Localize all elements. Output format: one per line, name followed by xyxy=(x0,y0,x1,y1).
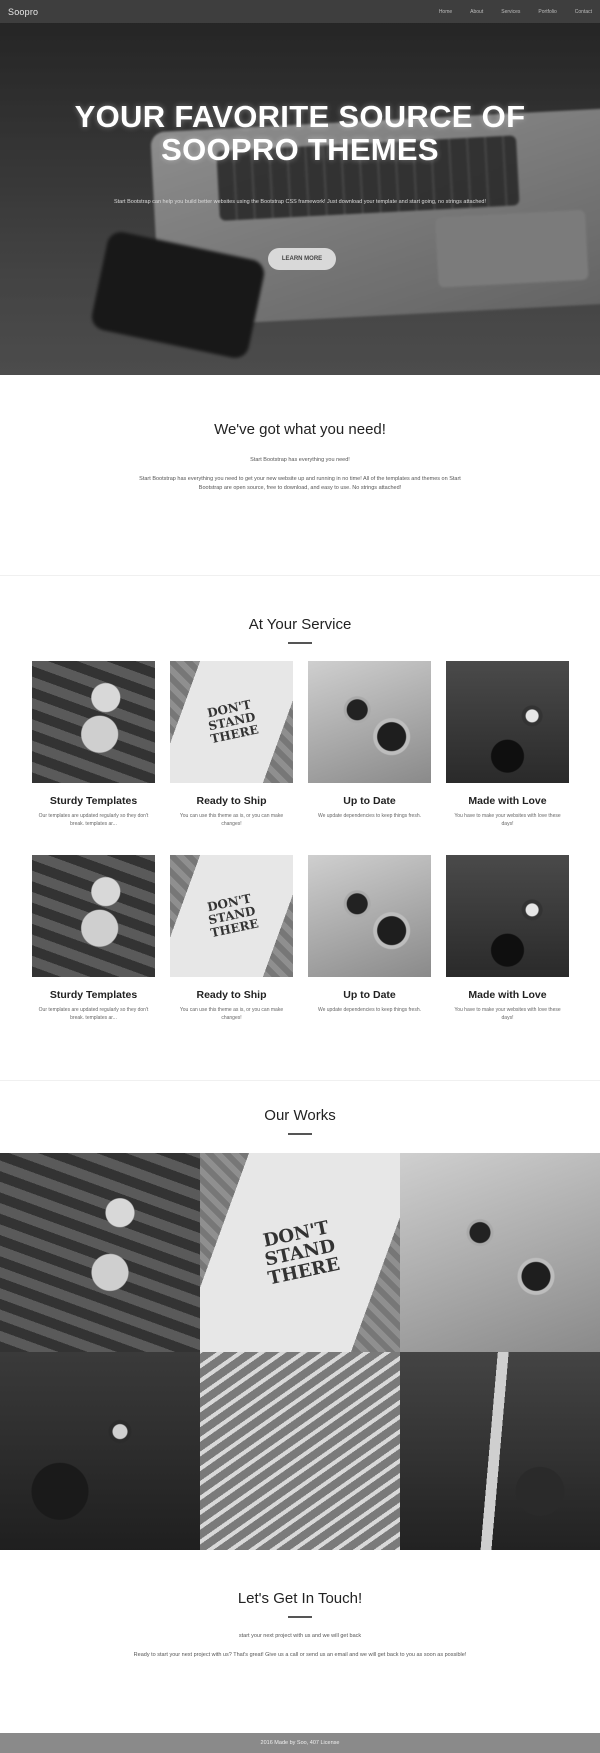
works-divider xyxy=(288,1133,312,1135)
work-notebook-caption: DON'T STAND THERE xyxy=(261,1216,342,1289)
about-section: We've got what you need! Start Bootstrap… xyxy=(0,375,600,575)
services-divider xyxy=(288,642,312,644)
service-card: DON'T STAND THERE Ready to Ship You can … xyxy=(170,855,293,1041)
services-grid: Sturdy Templates Our templates are updat… xyxy=(32,661,570,1041)
brand-logo[interactable]: Soopro xyxy=(8,7,38,17)
service-text: You can use this theme as is, or you can… xyxy=(179,813,284,827)
notebook-caption: DON'T STAND THERE xyxy=(205,891,260,941)
service-card: Up to Date We update dependencies to kee… xyxy=(308,661,431,847)
contact-title: Let's Get In Touch! xyxy=(237,1590,363,1607)
nav-link-services[interactable]: Services xyxy=(501,9,520,15)
footer-text: 2016 Made by Soo, 407 License xyxy=(260,1740,340,1746)
service-image-stamps xyxy=(32,855,155,977)
about-lead: Start Bootstrap has everything you need! xyxy=(250,457,350,463)
service-title: Made with Love xyxy=(468,795,547,807)
service-card: Made with Love You have to make your web… xyxy=(446,661,569,847)
service-title: Ready to Ship xyxy=(196,795,267,807)
service-image-cameras xyxy=(308,661,431,783)
hero-title: YOUR FAVORITE SOURCE OF SOOPRO THEMES xyxy=(0,100,600,166)
site-footer: 2016 Made by Soo, 407 License xyxy=(0,1733,600,1753)
service-card: Sturdy Templates Our templates are updat… xyxy=(32,661,155,847)
service-text: You have to make your websites with love… xyxy=(454,1007,561,1021)
service-image-cameras xyxy=(308,855,431,977)
service-image-stamps xyxy=(32,661,155,783)
work-item-cameras[interactable] xyxy=(400,1153,600,1352)
service-title: Sturdy Templates xyxy=(49,989,138,1001)
service-title: Made with Love xyxy=(468,989,547,1001)
service-text: Our templates are updated regularly so t… xyxy=(38,1007,149,1021)
nav-link-contact[interactable]: Contact xyxy=(575,9,592,15)
service-text: You can use this theme as is, or you can… xyxy=(179,1007,284,1021)
service-image-tools xyxy=(446,855,569,977)
service-title: Sturdy Templates xyxy=(49,795,138,807)
service-card: Sturdy Templates Our templates are updat… xyxy=(32,855,155,1041)
services-title: At Your Service xyxy=(248,616,352,633)
hero-subtitle: Start Bootstrap can help you build bette… xyxy=(113,199,487,205)
service-image-notebook: DON'T STAND THERE xyxy=(170,661,293,783)
top-navbar: Soopro Home About Services Portfolio Con… xyxy=(0,0,600,23)
hero-title-line2: SOOPRO THEMES xyxy=(161,132,439,167)
work-item-desk-tools[interactable] xyxy=(0,1352,200,1551)
learn-more-button[interactable]: LEARN MORE xyxy=(268,248,336,270)
nav-link-home[interactable]: Home xyxy=(439,9,452,15)
service-text: We update dependencies to keep things fr… xyxy=(317,1007,422,1013)
service-card: Up to Date We update dependencies to kee… xyxy=(308,855,431,1041)
service-text: You have to make your websites with love… xyxy=(454,813,561,827)
hero-section: YOUR FAVORITE SOURCE OF SOOPRO THEMES St… xyxy=(0,0,600,375)
service-title: Up to Date xyxy=(343,989,396,1001)
nav-links: Home About Services Portfolio Contact xyxy=(439,9,592,15)
service-text: We update dependencies to keep things fr… xyxy=(317,813,422,819)
about-title: We've got what you need! xyxy=(214,421,386,438)
contact-lead: start your next project with us and we w… xyxy=(238,1633,362,1639)
service-card: Made with Love You have to make your web… xyxy=(446,855,569,1041)
services-section: At Your Service Sturdy Templates Our tem… xyxy=(0,575,600,1080)
contact-body: Ready to start your next project with us… xyxy=(133,1652,467,1658)
service-card: DON'T STAND THERE Ready to Ship You can … xyxy=(170,661,293,847)
work-item-notebook[interactable]: DON'T STAND THERE xyxy=(200,1153,400,1352)
work-item-stamps[interactable] xyxy=(0,1153,200,1352)
service-title: Ready to Ship xyxy=(196,989,267,1001)
hero-overlay xyxy=(0,0,600,375)
service-text: Our templates are updated regularly so t… xyxy=(38,813,149,827)
works-gallery: DON'T STAND THERE xyxy=(0,1153,600,1551)
work-item-pencils[interactable] xyxy=(200,1352,400,1551)
works-title: Our Works xyxy=(264,1107,336,1124)
page: YOUR FAVORITE SOURCE OF SOOPRO THEMES St… xyxy=(0,0,600,1753)
service-image-notebook: DON'T STAND THERE xyxy=(170,855,293,977)
about-body: Start Bootstrap has everything you need … xyxy=(139,476,461,491)
contact-divider xyxy=(288,1616,312,1618)
contact-section: Let's Get In Touch! start your next proj… xyxy=(0,1550,600,1733)
work-item-hammer[interactable] xyxy=(400,1352,600,1551)
notebook-caption: DON'T STAND THERE xyxy=(205,697,260,747)
nav-link-portfolio[interactable]: Portfolio xyxy=(538,9,556,15)
hero-title-line1: YOUR FAVORITE SOURCE OF xyxy=(74,99,526,134)
service-title: Up to Date xyxy=(343,795,396,807)
works-section: Our Works DON'T STAND THERE xyxy=(0,1080,600,1551)
nav-link-about[interactable]: About xyxy=(470,9,483,15)
service-image-tools xyxy=(446,661,569,783)
